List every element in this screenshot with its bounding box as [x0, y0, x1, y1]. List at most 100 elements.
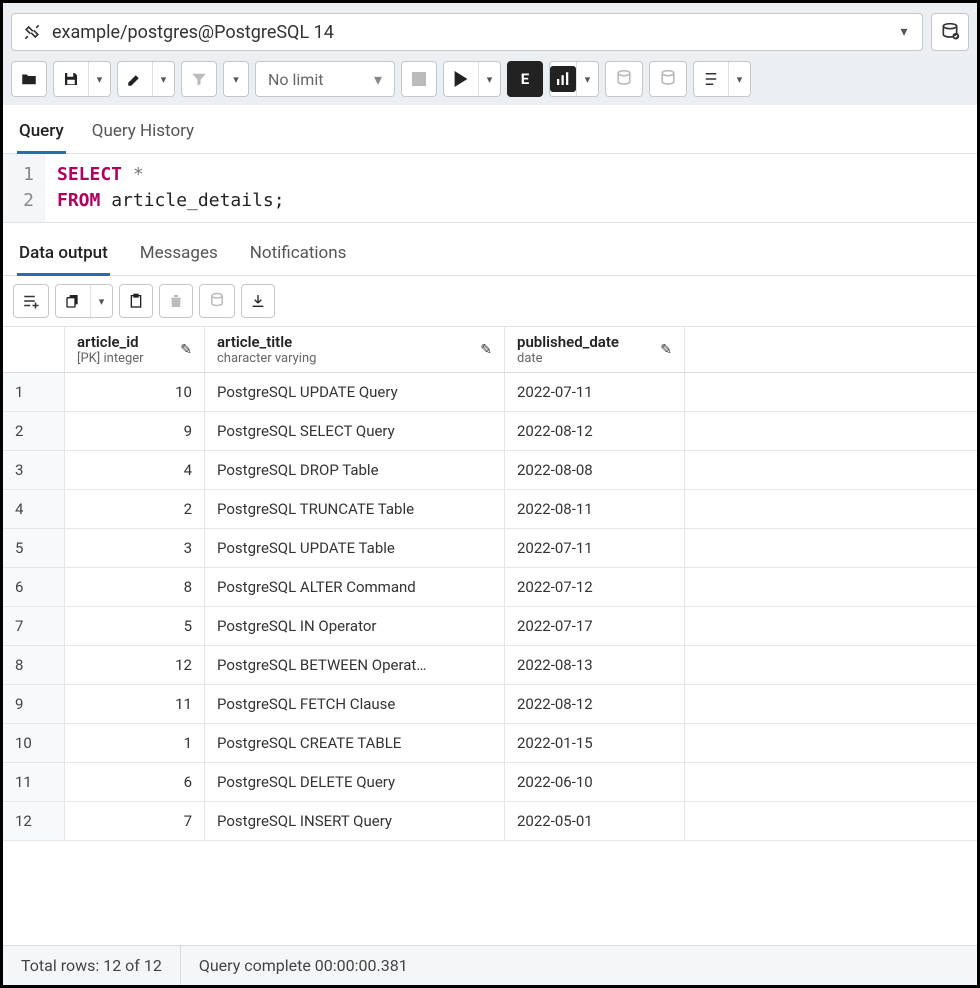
col-header-article-id[interactable]: article_id[PK] integer ✎: [65, 327, 205, 372]
chevron-down-icon[interactable]: ▾: [576, 62, 598, 96]
edit-button[interactable]: ▾: [117, 61, 175, 97]
cell-published-date[interactable]: 2022-07-17: [505, 607, 685, 645]
cell-article-id[interactable]: 4: [65, 451, 205, 489]
table-row[interactable]: 911PostgreSQL FETCH Clause2022-08-12: [3, 685, 977, 724]
analyze-button[interactable]: ▾: [549, 61, 599, 97]
pencil-icon[interactable]: ✎: [180, 342, 192, 358]
cell-article-id[interactable]: 3: [65, 529, 205, 567]
editor-tabs: Query Query History: [3, 105, 977, 154]
cell-published-date[interactable]: 2022-05-01: [505, 802, 685, 840]
tab-data-output[interactable]: Data output: [17, 237, 110, 276]
commit-button[interactable]: [605, 61, 643, 97]
cell-article-title[interactable]: PostgreSQL DELETE Query: [205, 763, 505, 801]
pencil-icon[interactable]: ✎: [660, 342, 672, 358]
cell-article-id[interactable]: 1: [65, 724, 205, 762]
status-bar: Total rows: 12 of 12 Query complete 00:0…: [3, 945, 977, 985]
cell-article-title[interactable]: PostgreSQL UPDATE Query: [205, 373, 505, 411]
col-header-article-title[interactable]: article_titlecharacter varying ✎: [205, 327, 505, 372]
table-row[interactable]: 127PostgreSQL INSERT Query2022-05-01: [3, 802, 977, 841]
cell-article-id[interactable]: 9: [65, 412, 205, 450]
tab-query-history[interactable]: Query History: [90, 115, 196, 153]
open-button[interactable]: [11, 61, 47, 97]
cell-article-id[interactable]: 2: [65, 490, 205, 528]
paste-button[interactable]: [119, 284, 153, 318]
table-row[interactable]: 68PostgreSQL ALTER Command2022-07-12: [3, 568, 977, 607]
filter-dropdown[interactable]: ▾: [223, 61, 249, 97]
chevron-down-icon[interactable]: ▾: [728, 62, 750, 96]
save-button[interactable]: ▾: [53, 61, 111, 97]
cell-article-title[interactable]: PostgreSQL FETCH Clause: [205, 685, 505, 723]
code-area[interactable]: SELECT * FROM article_details;: [45, 154, 297, 222]
cell-published-date[interactable]: 2022-08-12: [505, 412, 685, 450]
row-index: 11: [3, 763, 65, 801]
chevron-down-icon[interactable]: ▾: [90, 285, 112, 317]
connection-selector[interactable]: example/postgres@PostgreSQL 14 ▾: [11, 13, 923, 51]
filter-button[interactable]: [181, 61, 217, 97]
stop-button[interactable]: [401, 61, 437, 97]
cell-published-date[interactable]: 2022-07-11: [505, 373, 685, 411]
cell-article-title[interactable]: PostgreSQL INSERT Query: [205, 802, 505, 840]
status-rows: Total rows: 12 of 12: [3, 946, 181, 985]
server-button[interactable]: [931, 13, 969, 51]
tab-notifications[interactable]: Notifications: [248, 237, 349, 275]
row-index: 4: [3, 490, 65, 528]
copy-button[interactable]: ▾: [55, 284, 113, 318]
cell-article-id[interactable]: 8: [65, 568, 205, 606]
row-index: 1: [3, 373, 65, 411]
table-row[interactable]: 116PostgreSQL DELETE Query2022-06-10: [3, 763, 977, 802]
cell-published-date[interactable]: 2022-07-12: [505, 568, 685, 606]
table-row[interactable]: 29PostgreSQL SELECT Query2022-08-12: [3, 412, 977, 451]
limit-selector[interactable]: No limit▾: [255, 61, 395, 97]
table-row[interactable]: 812PostgreSQL BETWEEN Operat…2022-08-13: [3, 646, 977, 685]
cell-article-title[interactable]: PostgreSQL CREATE TABLE: [205, 724, 505, 762]
chevron-down-icon[interactable]: ▾: [478, 62, 500, 96]
row-index: 2: [3, 412, 65, 450]
cell-published-date[interactable]: 2022-08-08: [505, 451, 685, 489]
row-index: 3: [3, 451, 65, 489]
tab-messages[interactable]: Messages: [138, 237, 220, 275]
table-row[interactable]: 75PostgreSQL IN Operator2022-07-17: [3, 607, 977, 646]
table-row[interactable]: 101PostgreSQL CREATE TABLE2022-01-15: [3, 724, 977, 763]
cell-article-id[interactable]: 12: [65, 646, 205, 684]
cell-published-date[interactable]: 2022-07-11: [505, 529, 685, 567]
cell-published-date[interactable]: 2022-01-15: [505, 724, 685, 762]
cell-article-id[interactable]: 6: [65, 763, 205, 801]
cell-published-date[interactable]: 2022-06-10: [505, 763, 685, 801]
cell-published-date[interactable]: 2022-08-12: [505, 685, 685, 723]
rollback-button[interactable]: [649, 61, 687, 97]
cell-article-id[interactable]: 7: [65, 802, 205, 840]
cell-article-id[interactable]: 10: [65, 373, 205, 411]
pencil-icon[interactable]: ✎: [480, 342, 492, 358]
cell-article-title[interactable]: PostgreSQL DROP Table: [205, 451, 505, 489]
download-button[interactable]: [241, 284, 275, 318]
cell-article-id[interactable]: 11: [65, 685, 205, 723]
run-button[interactable]: ▾: [443, 61, 501, 97]
cell-article-title[interactable]: PostgreSQL SELECT Query: [205, 412, 505, 450]
row-index: 5: [3, 529, 65, 567]
cell-article-id[interactable]: 5: [65, 607, 205, 645]
cell-article-title[interactable]: PostgreSQL ALTER Command: [205, 568, 505, 606]
row-index: 9: [3, 685, 65, 723]
table-row[interactable]: 53PostgreSQL UPDATE Table2022-07-11: [3, 529, 977, 568]
table-row[interactable]: 42PostgreSQL TRUNCATE Table2022-08-11: [3, 490, 977, 529]
delete-button[interactable]: [159, 284, 193, 318]
limit-label: No limit: [268, 70, 323, 89]
explain-button[interactable]: E: [507, 61, 543, 97]
header-index: [3, 327, 65, 372]
sql-editor[interactable]: 1 2 SELECT * FROM article_details;: [3, 154, 977, 222]
save-data-button[interactable]: [199, 284, 235, 318]
cell-article-title[interactable]: PostgreSQL IN Operator: [205, 607, 505, 645]
chevron-down-icon[interactable]: ▾: [152, 62, 174, 96]
cell-article-title[interactable]: PostgreSQL UPDATE Table: [205, 529, 505, 567]
add-row-button[interactable]: [13, 284, 49, 318]
col-header-published-date[interactable]: published_datedate ✎: [505, 327, 685, 372]
cell-published-date[interactable]: 2022-08-11: [505, 490, 685, 528]
macro-button[interactable]: ▾: [693, 61, 751, 97]
cell-published-date[interactable]: 2022-08-13: [505, 646, 685, 684]
chevron-down-icon[interactable]: ▾: [88, 62, 110, 96]
table-row[interactable]: 110PostgreSQL UPDATE Query2022-07-11: [3, 373, 977, 412]
table-row[interactable]: 34PostgreSQL DROP Table2022-08-08: [3, 451, 977, 490]
cell-article-title[interactable]: PostgreSQL TRUNCATE Table: [205, 490, 505, 528]
cell-article-title[interactable]: PostgreSQL BETWEEN Operat…: [205, 646, 505, 684]
tab-query[interactable]: Query: [17, 115, 66, 154]
